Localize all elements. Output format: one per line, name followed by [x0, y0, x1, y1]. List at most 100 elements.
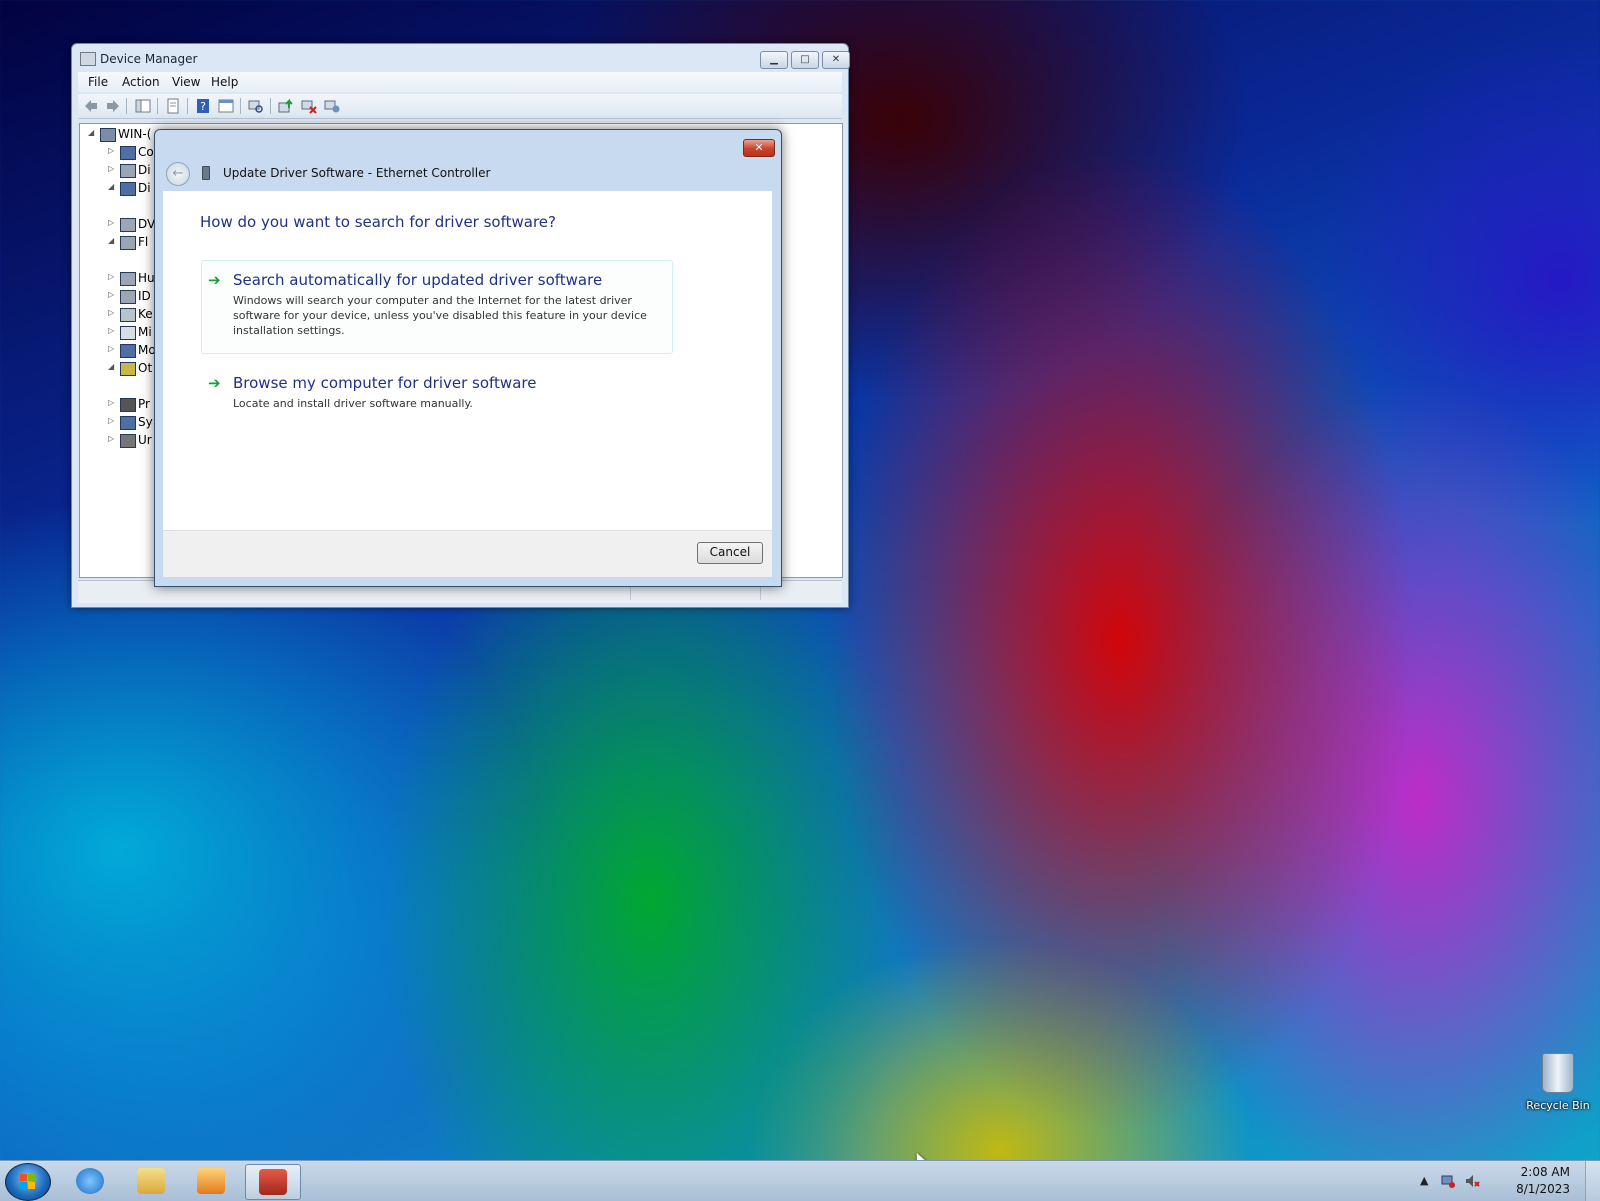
device-category-icon	[120, 308, 136, 322]
tree-root-label: WIN-(	[118, 127, 152, 141]
close-button[interactable]: ✕	[822, 51, 850, 69]
dialog-close-button[interactable]: ✕	[743, 139, 775, 157]
menu-action[interactable]: Action	[122, 75, 160, 89]
folder-icon	[137, 1168, 165, 1194]
menu-bar: File Action View Help	[78, 72, 842, 92]
toolbox-icon	[259, 1169, 287, 1195]
expand-icon[interactable]: ▷	[108, 398, 114, 407]
device-category-icon	[120, 272, 136, 286]
menu-file[interactable]: File	[88, 75, 108, 89]
scan-hardware-icon[interactable]	[248, 98, 264, 114]
show-hide-tree-icon[interactable]	[135, 98, 151, 114]
tree-item-label: DV	[138, 217, 156, 231]
taskbar-media-player[interactable]	[184, 1164, 238, 1198]
device-category-icon	[120, 236, 136, 250]
expand-icon[interactable]: ▷	[108, 344, 114, 353]
expand-icon[interactable]: ▷	[108, 416, 114, 425]
expand-icon[interactable]: ▷	[108, 164, 114, 173]
maximize-icon: □	[800, 54, 810, 65]
device-category-icon	[120, 344, 136, 358]
clock-time[interactable]: 2:08 AM	[1521, 1165, 1570, 1179]
tree-item-label: Mi	[138, 325, 152, 339]
taskbar-windows-explorer[interactable]	[124, 1164, 178, 1198]
windows-logo-icon	[20, 1174, 36, 1190]
tree-item-label: Sy	[138, 415, 153, 429]
expand-icon[interactable]: ▷	[108, 272, 114, 281]
collapse-icon[interactable]: ◢	[108, 182, 114, 191]
search-automatically-option[interactable]: ➔ Search automatically for updated drive…	[201, 260, 673, 354]
uninstall-device-icon[interactable]	[324, 98, 340, 114]
show-hidden-icons-icon[interactable]: ▲	[1420, 1174, 1428, 1187]
minimize-button[interactable]: ▁	[760, 51, 788, 69]
browse-computer-option[interactable]: ➔ Browse my computer for driver software…	[201, 363, 673, 425]
internet-explorer-icon	[76, 1168, 104, 1194]
toolbar: ?	[78, 94, 842, 119]
device-category-icon	[120, 362, 136, 376]
minimize-icon: ▁	[770, 54, 778, 65]
svg-text:?: ?	[200, 100, 206, 113]
device-manager-title: Device Manager	[100, 52, 198, 66]
taskbar: ▲ 2:08 AM 8/1/2023	[0, 1160, 1600, 1201]
start-button[interactable]	[5, 1163, 51, 1201]
menu-help[interactable]: Help	[211, 75, 238, 89]
taskbar-internet-explorer[interactable]	[63, 1164, 117, 1198]
tree-item-label: Hu	[138, 271, 155, 285]
dialog-content: How do you want to search for driver sof…	[163, 191, 772, 530]
collapse-icon[interactable]: ◢	[108, 362, 114, 371]
back-button[interactable]: ←	[166, 162, 190, 186]
option-title: Browse my computer for driver software	[233, 374, 537, 392]
network-icon[interactable]	[1440, 1173, 1456, 1189]
back-arrow-icon[interactable]	[83, 98, 99, 114]
system-tray: ▲ 2:08 AM 8/1/2023	[1410, 1161, 1600, 1201]
expand-icon[interactable]: ▷	[108, 146, 114, 155]
green-arrow-icon: ➔	[208, 374, 221, 392]
expand-icon[interactable]: ▷	[108, 326, 114, 335]
device-category-icon	[120, 416, 136, 430]
collapse-icon[interactable]: ◢	[108, 236, 114, 245]
option-description: Windows will search your computer and th…	[233, 294, 647, 337]
dialog-footer: Cancel	[163, 530, 772, 577]
device-category-icon	[120, 164, 136, 178]
disable-device-icon[interactable]	[301, 98, 317, 114]
view-icon[interactable]	[218, 98, 234, 114]
tree-item-label: Co	[138, 145, 154, 159]
close-icon: ✕	[831, 54, 841, 65]
dialog-title: Update Driver Software - Ethernet Contro…	[223, 166, 491, 180]
expand-icon[interactable]: ▷	[108, 434, 114, 443]
device-category-icon	[120, 182, 136, 196]
cancel-button[interactable]: Cancel	[697, 542, 763, 564]
close-icon: ✕	[754, 141, 764, 154]
expand-icon[interactable]: ▷	[108, 290, 114, 299]
help-icon[interactable]: ?	[195, 98, 211, 114]
menu-view[interactable]: View	[172, 75, 200, 89]
taskbar-device-manager[interactable]	[245, 1164, 301, 1200]
tree-item-label: Di	[138, 181, 151, 195]
recycle-bin[interactable]: Recycle Bin	[1523, 1053, 1593, 1112]
back-arrow-icon: ←	[172, 166, 184, 181]
tree-item-label: Fl	[138, 235, 149, 249]
update-driver-dialog: ✕ ← Update Driver Software - Ethernet Co…	[154, 129, 782, 587]
show-desktop-button[interactable]	[1585, 1161, 1600, 1201]
recycle-bin-label: Recycle Bin	[1526, 1099, 1590, 1112]
network-device-icon	[202, 166, 210, 180]
tree-item-label: Ot	[138, 361, 153, 375]
clock-date[interactable]: 8/1/2023	[1516, 1182, 1570, 1196]
update-driver-icon[interactable]	[278, 98, 294, 114]
maximize-button[interactable]: □	[791, 51, 819, 69]
device-manager-titlebar[interactable]: Device Manager ▁ □ ✕	[72, 44, 850, 70]
green-arrow-icon: ➔	[208, 271, 221, 289]
computer-icon	[100, 128, 116, 142]
option-description: Locate and install driver software manua…	[233, 397, 473, 410]
expand-icon[interactable]: ▷	[108, 308, 114, 317]
dialog-question: How do you want to search for driver sof…	[200, 213, 556, 231]
tree-item-label: Di	[138, 163, 151, 177]
expand-icon[interactable]: ▷	[108, 218, 114, 227]
tree-item-label: ID	[138, 289, 151, 303]
forward-arrow-icon[interactable]	[105, 98, 121, 114]
collapse-icon[interactable]: ◢	[88, 128, 94, 137]
properties-icon[interactable]	[165, 98, 181, 114]
tree-item-label: Pr	[138, 397, 150, 411]
device-category-icon	[120, 326, 136, 340]
volume-muted-icon[interactable]	[1464, 1173, 1480, 1189]
recycle-bin-icon	[1542, 1053, 1574, 1093]
